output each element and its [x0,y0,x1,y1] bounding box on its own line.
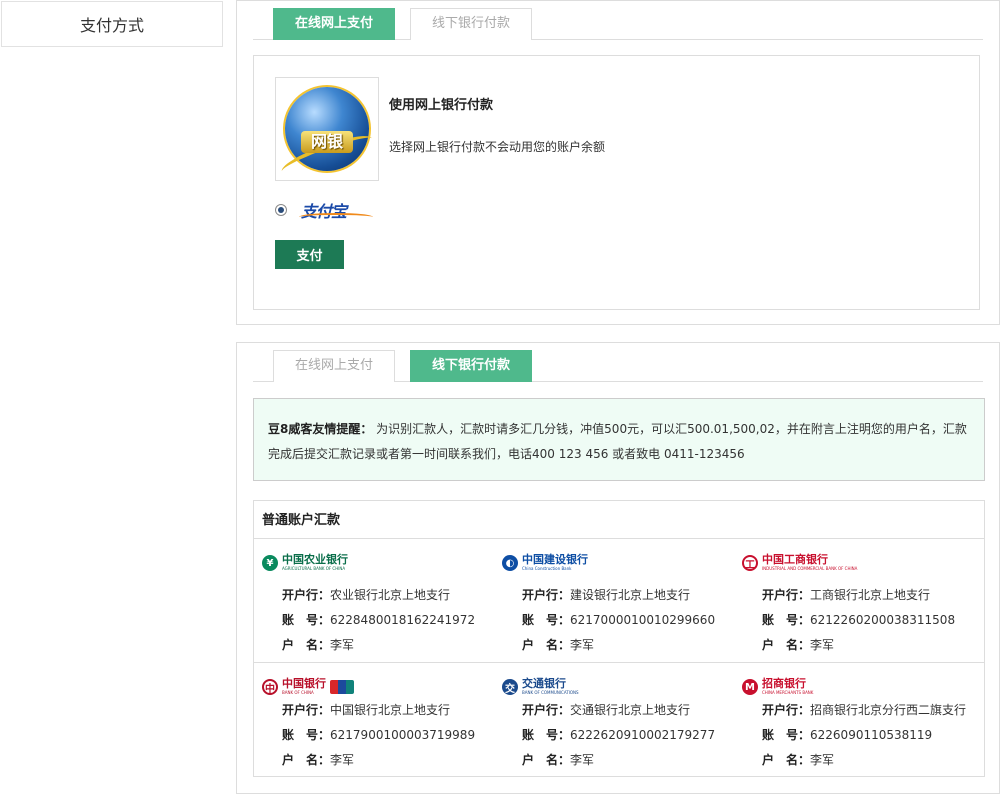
netbank-logo: 网银 [275,77,379,181]
netbank-pay-title: 使用网上银行付款 [389,98,494,113]
account-line: 账 号：6217900100003719989 [282,728,476,742]
online-payment-panel: 在线网上支付 线下银行付款 网银 使用网上银行付款 选择网上银行付款不会动用您的… [236,0,1000,325]
globe-icon: 网银 [278,87,376,181]
account-line: 账 号：6226090110538119 [762,728,933,742]
tab-bar: 在线网上支付 线下银行付款 [253,8,983,40]
branch-line: 开户行：交通银行北京上地支行 [522,703,691,717]
tab-online-payment[interactable]: 在线网上支付 [273,8,395,40]
bank-account-icbc: 工 中国工商银行 INDUSTRIAL AND COMMERCIAL BANK O… [742,539,982,662]
account-line: 账 号：6217000010010299660 [522,613,716,627]
notice-heading: 豆8威客友情提醒： [268,422,373,436]
bank-account-ccb: ◐ 中国建设银行 China Construction Bank 开户行：建设银行… [502,539,742,662]
payment-method-title: 支付方式 [79,16,144,35]
cmb-logo: M 招商银行 CHINA MERCHANTS BANK [742,676,813,698]
boc-logo: 中 中国银行 BANK OF CHINA [262,676,354,698]
transfer-notice: 豆8威客友情提醒： 为识别汇款人，汇款时请多汇几分钱，冲值500元，可以汇500… [253,398,985,481]
abc-icon: ¥ [262,555,278,571]
holder-line: 户 名：李军 [282,753,355,767]
branch-line: 开户行：农业银行北京上地支行 [282,588,451,602]
bocom-icon: 交 [502,679,518,695]
payment-method-heading: 支付方式 [1,1,223,47]
alipay-logo[interactable]: 支付宝 [299,199,373,221]
bank-account-abc: ¥ 中国农业银行 AGRICULTURAL BANK OF CHINA 开户行：农… [262,539,502,662]
branch-line: 开户行：招商银行北京分行西二旗支行 [762,703,967,717]
accounts-title: 普通账户汇款 [254,501,984,539]
branch-line: 开户行：建设银行北京上地支行 [522,588,691,602]
bocom-logo: 交 交通银行 BANK OF COMMUNICATIONS [502,676,579,698]
abc-logo: ¥ 中国农业银行 AGRICULTURAL BANK OF CHINA [262,552,348,574]
account-line: 账 号：6212260200038311508 [762,613,956,627]
icbc-icon: 工 [742,555,758,571]
tab-bar: 在线网上支付 线下银行付款 [253,350,983,382]
tab-offline-bank-payment[interactable]: 线下银行付款 [410,350,532,382]
branch-line: 开户行：工商银行北京上地支行 [762,588,931,602]
bank-account-bocom: 交 交通银行 BANK OF COMMUNICATIONS 开户行：交通银行北京上… [502,663,742,775]
offline-payment-panel: 在线网上支付 线下银行付款 豆8威客友情提醒： 为识别汇款人，汇款时请多汇几分钱… [236,342,1000,794]
ccb-icon: ◐ [502,555,518,571]
holder-line: 户 名：李军 [762,753,835,767]
bank-accounts-box: 普通账户汇款 ¥ 中国农业银行 AGRICULTURAL BANK OF CHIN… [253,500,985,777]
notice-text: 为识别汇款人，汇款时请多汇几分钱，冲值500元，可以汇500.01,500,02… [268,422,967,461]
pay-button[interactable]: 支付 [275,240,344,269]
ccb-logo: ◐ 中国建设银行 China Construction Bank [502,552,588,574]
holder-line: 户 名：李军 [762,638,835,652]
tab-online-payment[interactable]: 在线网上支付 [273,350,395,382]
bank-account-cmb: M 招商银行 CHINA MERCHANTS BANK 开户行：招商银行北京分行西… [742,663,982,775]
netbank-pay-description: 选择网上银行付款不会动用您的账户余额 [389,140,606,154]
alipay-radio[interactable] [275,204,287,216]
branch-line: 开户行：中国银行北京上地支行 [282,703,451,717]
holder-line: 户 名：李军 [522,638,595,652]
account-line: 账 号：6222620910002179277 [522,728,716,742]
cmb-icon: M [742,679,758,695]
boc-icon: 中 [262,679,278,695]
bank-row: 中 中国银行 BANK OF CHINA 开户行：中国银行北京上地支行 账 号：6… [254,663,984,775]
unionpay-icon [330,680,354,694]
account-line: 账 号：6228480018162241972 [282,613,476,627]
tab-offline-bank-payment[interactable]: 线下银行付款 [410,8,532,40]
holder-line: 户 名：李军 [522,753,595,767]
icbc-logo: 工 中国工商银行 INDUSTRIAL AND COMMERCIAL BANK O… [742,552,857,574]
bank-row: ¥ 中国农业银行 AGRICULTURAL BANK OF CHINA 开户行：农… [254,539,984,663]
online-payment-content: 网银 使用网上银行付款 选择网上银行付款不会动用您的账户余额 支付宝 支付 [253,55,980,310]
holder-line: 户 名：李军 [282,638,355,652]
bank-account-boc: 中 中国银行 BANK OF CHINA 开户行：中国银行北京上地支行 账 号：6… [262,663,502,775]
